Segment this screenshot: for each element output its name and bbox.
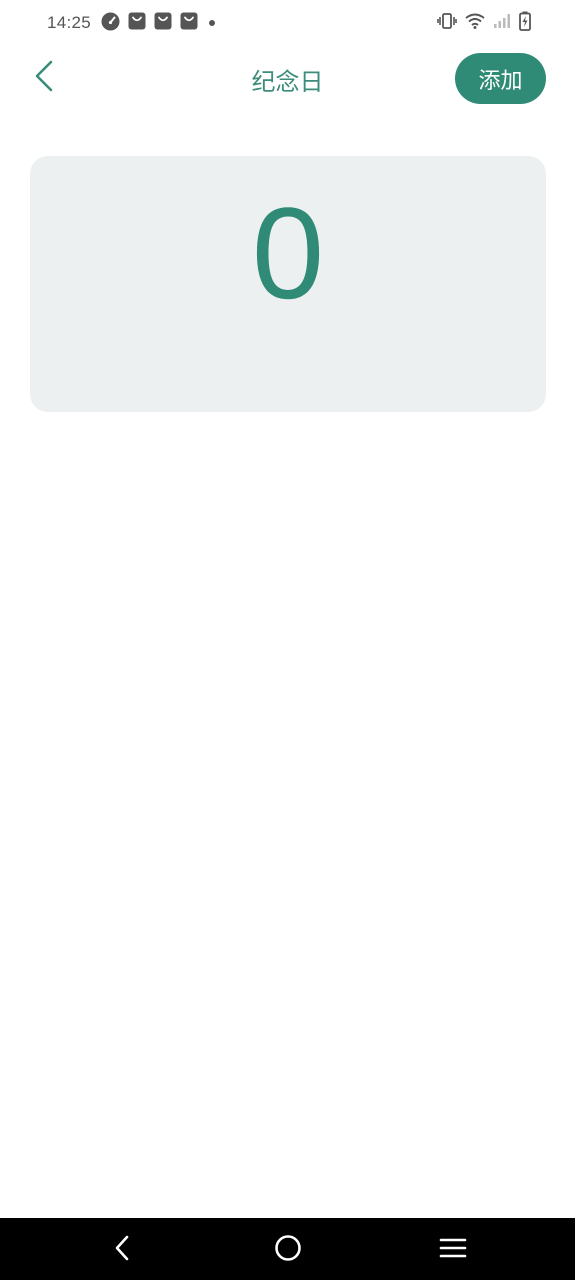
status-icons-right <box>437 11 531 35</box>
nav-menu-button[interactable] <box>435 1232 471 1268</box>
menu-nav-icon <box>439 1236 467 1264</box>
shopping-bag-icon <box>128 12 146 34</box>
dot-icon <box>206 14 218 33</box>
status-bar: 14:25 <box>0 0 575 46</box>
vibrate-icon <box>437 13 457 33</box>
status-icons-left <box>101 12 218 35</box>
add-button[interactable]: 添加 <box>455 53 546 104</box>
shopping-bag-icon <box>180 12 198 34</box>
nav-back-button[interactable] <box>104 1232 140 1268</box>
shopping-bag-icon <box>154 12 172 34</box>
back-nav-icon <box>112 1235 132 1265</box>
speedometer-icon <box>101 12 120 35</box>
home-nav-icon <box>274 1234 302 1266</box>
status-time: 14:25 <box>47 13 92 32</box>
header: 纪念日 添加 <box>0 46 575 112</box>
battery-charging-icon <box>519 11 531 35</box>
screen: 14:25 纪念日 添加 0 <box>0 0 575 1280</box>
nav-home-button[interactable] <box>270 1232 306 1268</box>
system-nav-bar <box>0 1218 575 1280</box>
counter-value: 0 <box>251 180 325 326</box>
signal-icon <box>493 13 511 33</box>
anniversary-counter-card[interactable]: 0 <box>30 156 546 412</box>
wifi-icon <box>465 13 485 33</box>
